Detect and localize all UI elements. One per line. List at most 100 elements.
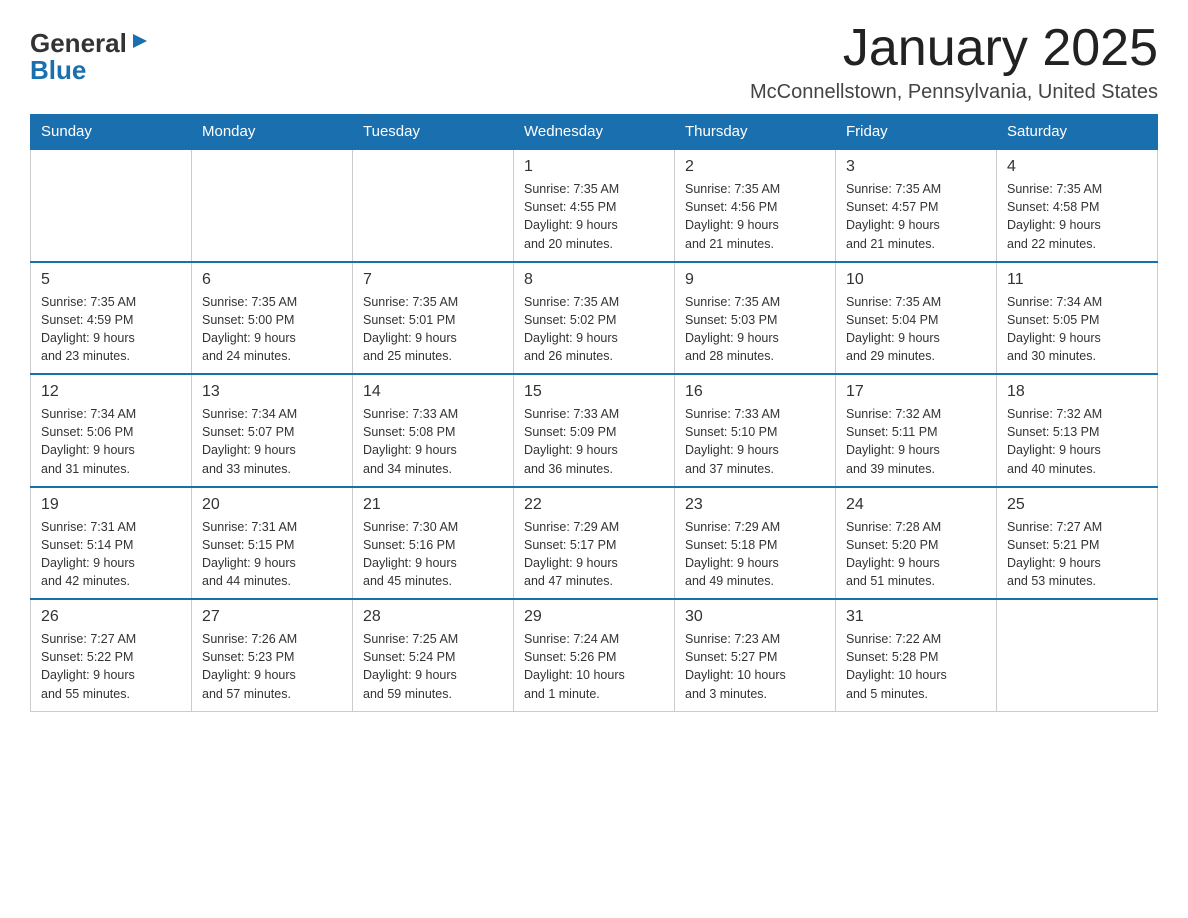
calendar-week-row: 1Sunrise: 7:35 AM Sunset: 4:55 PM Daylig…	[31, 149, 1158, 262]
calendar-day-cell: 22 Sunrise: 7:29 AM Sunset: 5:17 PM Dayli…	[514, 487, 675, 600]
day-number: 22	[524, 496, 664, 514]
day-info: Sunrise: 7:26 AM Sunset: 5:23 PM Dayligh…	[202, 630, 342, 703]
calendar-day-cell: 13Sunrise: 7:34 AM Sunset: 5:07 PM Dayli…	[192, 374, 353, 487]
calendar-empty-cell	[192, 149, 353, 262]
weekday-header-sunday: Sunday	[31, 115, 192, 150]
day-number: 27	[202, 608, 342, 626]
weekday-header-saturday: Saturday	[997, 115, 1158, 150]
day-info: Sunrise: 7:33 AM Sunset: 5:10 PM Dayligh…	[685, 405, 825, 478]
day-info: Sunrise: 7:35 AM Sunset: 4:55 PM Dayligh…	[524, 180, 664, 253]
day-number: 19	[41, 496, 181, 514]
day-number: 17	[846, 383, 986, 401]
day-number: 28	[363, 608, 503, 626]
day-info: Sunrise: 7:33 AM Sunset: 5:09 PM Dayligh…	[524, 405, 664, 478]
day-number: 15	[524, 383, 664, 401]
day-info: Sunrise: 7:35 AM Sunset: 5:04 PM Dayligh…	[846, 293, 986, 366]
calendar-day-cell: 1Sunrise: 7:35 AM Sunset: 4:55 PM Daylig…	[514, 149, 675, 262]
day-info: Sunrise: 7:27 AM Sunset: 5:21 PM Dayligh…	[1007, 518, 1147, 591]
day-number: 20	[202, 496, 342, 514]
day-info: Sunrise: 7:35 AM Sunset: 5:03 PM Dayligh…	[685, 293, 825, 366]
calendar-day-cell: 19 Sunrise: 7:31 AM Sunset: 5:14 PM Dayli…	[31, 487, 192, 600]
day-info: Sunrise: 7:32 AM Sunset: 5:13 PM Dayligh…	[1007, 405, 1147, 478]
calendar-day-cell: 16Sunrise: 7:33 AM Sunset: 5:10 PM Dayli…	[675, 374, 836, 487]
calendar-day-cell: 12Sunrise: 7:34 AM Sunset: 5:06 PM Dayli…	[31, 374, 192, 487]
calendar-day-cell: 11Sunrise: 7:34 AM Sunset: 5:05 PM Dayli…	[997, 262, 1158, 375]
weekday-header-monday: Monday	[192, 115, 353, 150]
logo-text-general: General	[30, 30, 127, 56]
calendar-day-cell: 9Sunrise: 7:35 AM Sunset: 5:03 PM Daylig…	[675, 262, 836, 375]
calendar-day-cell: 17 Sunrise: 7:32 AM Sunset: 5:11 PM Dayli…	[836, 374, 997, 487]
day-number: 29	[524, 608, 664, 626]
weekday-header-tuesday: Tuesday	[353, 115, 514, 150]
calendar-week-row: 5 Sunrise: 7:35 AM Sunset: 4:59 PM Daylig…	[31, 262, 1158, 375]
calendar-day-cell: 25 Sunrise: 7:27 AM Sunset: 5:21 PM Dayli…	[997, 487, 1158, 600]
calendar-day-cell: 24Sunrise: 7:28 AM Sunset: 5:20 PM Dayli…	[836, 487, 997, 600]
day-number: 31	[846, 608, 986, 626]
day-info: Sunrise: 7:22 AM Sunset: 5:28 PM Dayligh…	[846, 630, 986, 703]
calendar-empty-cell	[997, 599, 1158, 711]
day-info: Sunrise: 7:27 AM Sunset: 5:22 PM Dayligh…	[41, 630, 181, 703]
day-number: 30	[685, 608, 825, 626]
day-info: Sunrise: 7:33 AM Sunset: 5:08 PM Dayligh…	[363, 405, 503, 478]
logo-text-blue: Blue	[30, 56, 86, 85]
calendar-day-cell: 7Sunrise: 7:35 AM Sunset: 5:01 PM Daylig…	[353, 262, 514, 375]
calendar-day-cell: 31 Sunrise: 7:22 AM Sunset: 5:28 PM Dayli…	[836, 599, 997, 711]
logo-arrow-icon	[129, 30, 151, 52]
day-info: Sunrise: 7:34 AM Sunset: 5:06 PM Dayligh…	[41, 405, 181, 478]
weekday-header-wednesday: Wednesday	[514, 115, 675, 150]
day-info: Sunrise: 7:29 AM Sunset: 5:18 PM Dayligh…	[685, 518, 825, 591]
title-block: January 2025 McConnellstown, Pennsylvani…	[750, 20, 1158, 104]
calendar-day-cell: 2 Sunrise: 7:35 AM Sunset: 4:56 PM Daylig…	[675, 149, 836, 262]
day-info: Sunrise: 7:35 AM Sunset: 4:57 PM Dayligh…	[846, 180, 986, 253]
day-number: 21	[363, 496, 503, 514]
day-number: 18	[1007, 383, 1147, 401]
calendar-day-cell: 20Sunrise: 7:31 AM Sunset: 5:15 PM Dayli…	[192, 487, 353, 600]
calendar-day-cell: 29 Sunrise: 7:24 AM Sunset: 5:26 PM Dayli…	[514, 599, 675, 711]
day-number: 4	[1007, 158, 1147, 176]
day-info: Sunrise: 7:34 AM Sunset: 5:05 PM Dayligh…	[1007, 293, 1147, 366]
day-info: Sunrise: 7:25 AM Sunset: 5:24 PM Dayligh…	[363, 630, 503, 703]
month-title: January 2025	[750, 20, 1158, 77]
day-number: 10	[846, 271, 986, 289]
day-number: 24	[846, 496, 986, 514]
calendar-day-cell: 30Sunrise: 7:23 AM Sunset: 5:27 PM Dayli…	[675, 599, 836, 711]
weekday-header-thursday: Thursday	[675, 115, 836, 150]
day-info: Sunrise: 7:24 AM Sunset: 5:26 PM Dayligh…	[524, 630, 664, 703]
calendar-day-cell: 5 Sunrise: 7:35 AM Sunset: 4:59 PM Daylig…	[31, 262, 192, 375]
logo: General Blue	[30, 20, 151, 85]
day-info: Sunrise: 7:32 AM Sunset: 5:11 PM Dayligh…	[846, 405, 986, 478]
day-info: Sunrise: 7:35 AM Sunset: 4:56 PM Dayligh…	[685, 180, 825, 253]
day-number: 26	[41, 608, 181, 626]
day-number: 5	[41, 271, 181, 289]
calendar-day-cell: 27 Sunrise: 7:26 AM Sunset: 5:23 PM Dayli…	[192, 599, 353, 711]
calendar-day-cell: 21 Sunrise: 7:30 AM Sunset: 5:16 PM Dayli…	[353, 487, 514, 600]
day-info: Sunrise: 7:35 AM Sunset: 5:02 PM Dayligh…	[524, 293, 664, 366]
calendar-day-cell: 4 Sunrise: 7:35 AM Sunset: 4:58 PM Daylig…	[997, 149, 1158, 262]
calendar-day-cell: 15 Sunrise: 7:33 AM Sunset: 5:09 PM Dayli…	[514, 374, 675, 487]
location-title: McConnellstown, Pennsylvania, United Sta…	[750, 81, 1158, 104]
day-info: Sunrise: 7:31 AM Sunset: 5:14 PM Dayligh…	[41, 518, 181, 591]
day-number: 8	[524, 271, 664, 289]
weekday-header-friday: Friday	[836, 115, 997, 150]
day-info: Sunrise: 7:29 AM Sunset: 5:17 PM Dayligh…	[524, 518, 664, 591]
calendar-day-cell: 23 Sunrise: 7:29 AM Sunset: 5:18 PM Dayli…	[675, 487, 836, 600]
day-number: 23	[685, 496, 825, 514]
calendar-week-row: 26 Sunrise: 7:27 AM Sunset: 5:22 PM Dayli…	[31, 599, 1158, 711]
calendar-day-cell: 6Sunrise: 7:35 AM Sunset: 5:00 PM Daylig…	[192, 262, 353, 375]
day-number: 25	[1007, 496, 1147, 514]
day-number: 2	[685, 158, 825, 176]
day-info: Sunrise: 7:30 AM Sunset: 5:16 PM Dayligh…	[363, 518, 503, 591]
day-info: Sunrise: 7:35 AM Sunset: 4:59 PM Dayligh…	[41, 293, 181, 366]
calendar-day-cell: 18 Sunrise: 7:32 AM Sunset: 5:13 PM Dayli…	[997, 374, 1158, 487]
calendar-week-row: 19 Sunrise: 7:31 AM Sunset: 5:14 PM Dayli…	[31, 487, 1158, 600]
calendar-day-cell: 14 Sunrise: 7:33 AM Sunset: 5:08 PM Dayli…	[353, 374, 514, 487]
calendar-day-cell: 3 Sunrise: 7:35 AM Sunset: 4:57 PM Daylig…	[836, 149, 997, 262]
day-number: 14	[363, 383, 503, 401]
calendar-empty-cell	[31, 149, 192, 262]
day-info: Sunrise: 7:35 AM Sunset: 4:58 PM Dayligh…	[1007, 180, 1147, 253]
calendar-empty-cell	[353, 149, 514, 262]
day-number: 3	[846, 158, 986, 176]
day-number: 7	[363, 271, 503, 289]
day-number: 6	[202, 271, 342, 289]
calendar-day-cell: 28 Sunrise: 7:25 AM Sunset: 5:24 PM Dayli…	[353, 599, 514, 711]
